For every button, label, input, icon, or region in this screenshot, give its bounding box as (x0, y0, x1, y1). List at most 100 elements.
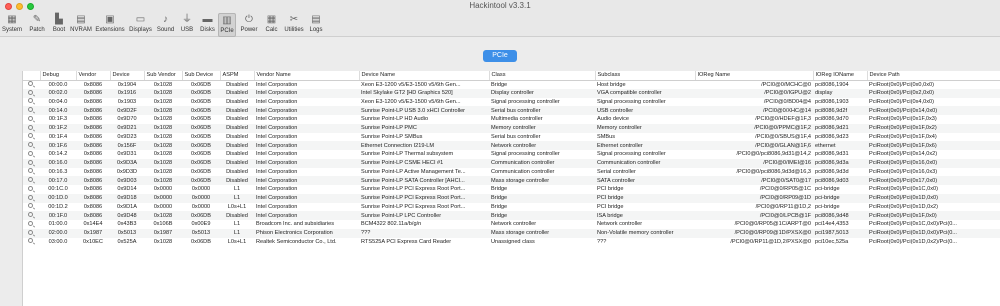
magnifier-icon[interactable] (28, 159, 33, 165)
table-cell: Intel Corporation (254, 176, 359, 185)
table-cell: 0x06DB (182, 176, 220, 185)
toolbar-pcie-button[interactable]: ▥ PCIe (218, 13, 236, 37)
table-row[interactable]: 00:1F.2 0x8086 0x9D21 0x1028 0x06DB Disabled I… (23, 123, 1000, 133)
row-lookup-cell (23, 211, 40, 220)
toolbar-nvram-button[interactable]: ▤ NVRAM (69, 13, 93, 37)
column-header[interactable]: Sub Device (182, 71, 221, 81)
table-row[interactable]: 00:1F.6 0x8086 0x156F 0x1028 0x06DB Disabled I… (23, 141, 1000, 150)
table-cell: Phison Electronics Corporation (254, 228, 359, 238)
toolbar-logs-button[interactable]: ▤ Logs (307, 13, 325, 37)
column-header[interactable]: IOReg Name (695, 71, 814, 81)
toolbar-patch-button[interactable]: ✎ Patch (26, 13, 48, 37)
column-header[interactable] (23, 71, 41, 81)
table-cell: /PCI0@0/SBUS@1F,4 (755, 133, 811, 140)
magnifier-icon[interactable] (28, 150, 33, 156)
pcie-device-table[interactable]: Debug Vendor Device Sub Vendor Sub Device ASP… (22, 71, 1000, 306)
column-header[interactable]: Sub Vendor (144, 71, 183, 81)
magnifier-icon[interactable] (28, 194, 33, 200)
table-cell: Intel Corporation (256, 203, 298, 210)
table-row[interactable]: 00:1D.0 0x8086 0x9D18 0x0000 0x0000 L1 Intel C… (23, 193, 1000, 203)
table-row[interactable]: 00:00.0 0x8086 0x1904 0x1028 0x06DB Disabled I… (23, 80, 1000, 89)
magnifier-icon[interactable] (28, 185, 33, 191)
magnifier-icon[interactable] (28, 220, 33, 226)
table-cell: Memory controller (489, 123, 595, 133)
column-header[interactable]: ASPM (220, 71, 255, 81)
table-row[interactable]: 03:00.0 0x10EC 0x525A 0x1028 0x06DB L0s+L1 Rea… (23, 238, 1000, 247)
table-cell: /PCI0@0/PPMC@1F,2 (695, 123, 813, 133)
column-header[interactable]: Class (489, 71, 596, 81)
column-header[interactable]: Device Path (867, 71, 1000, 81)
magnifier-icon[interactable] (28, 203, 33, 209)
table-row[interactable]: 00:1C.0 0x8086 0x9D14 0x0000 0x0000 L1 Intel C… (23, 185, 1000, 194)
table-cell: /PCI0@0/RP09@1D/PXSX@0 (695, 228, 813, 238)
table-row[interactable]: 00:16.3 0x8086 0x9D3D 0x1028 0x06DB Disabled I… (23, 168, 1000, 177)
magnifier-icon[interactable] (28, 98, 33, 104)
magnifier-icon[interactable] (28, 229, 33, 235)
column-header[interactable]: Device (110, 71, 145, 81)
table-cell: 0x9D1A (117, 203, 137, 210)
table-row[interactable]: 00:14.0 0x8086 0x9D2F 0x1028 0x06DB Disabled I… (23, 106, 1000, 115)
table-row[interactable]: 00:02.0 0x8086 0x1916 0x1028 0x06DB Disabled I… (23, 88, 1000, 98)
toolbar-extensions-button[interactable]: ▣ Extensions (94, 13, 126, 37)
table-row[interactable]: 02:00.0 0x1987 0x5013 0x1987 0x5013 L1 Phison … (23, 228, 1000, 238)
table-row[interactable]: 00:1D.2 0x8086 0x9D1A 0x0000 0x0000 L0s+L1 Int… (23, 203, 1000, 212)
magnifier-icon[interactable] (28, 177, 33, 183)
logs-icon: ▤ (311, 14, 321, 25)
table-cell: 0x9D2F (110, 106, 144, 115)
pcie-segment-button[interactable]: PCIe (483, 50, 517, 62)
toolbar-disks-button[interactable]: ▬ Disks (198, 13, 217, 37)
column-header[interactable]: Debug (40, 71, 77, 81)
column-header[interactable]: Vendor Name (254, 71, 360, 81)
table-row[interactable]: 00:1F.0 0x8086 0x9D48 0x1028 0x06DB Disabled I… (23, 211, 1000, 220)
column-header[interactable]: Vendor (76, 71, 111, 81)
table-cell: L0s+L1 (227, 203, 247, 210)
table-cell: Intel Corporation (254, 193, 359, 203)
table-cell: 00:17.0 (40, 176, 76, 185)
table-cell: L1 (220, 193, 254, 203)
magnifier-icon[interactable] (28, 133, 33, 139)
table-cell: 0x9D14 (117, 186, 137, 193)
table-cell: ??? (597, 238, 607, 245)
magnifier-icon[interactable] (28, 238, 33, 244)
row-lookup-cell (23, 123, 40, 133)
magnifier-icon[interactable] (28, 81, 33, 87)
table-cell: Unassigned class (491, 238, 535, 245)
magnifier-icon[interactable] (28, 142, 33, 148)
table-cell: PciRoot(0x0)/Pci(0x1D,0x2) (869, 203, 939, 210)
table-row[interactable]: 00:17.0 0x8086 0x9D03 0x1028 0x06DB Disabled I… (23, 176, 1000, 185)
table-row[interactable]: 00:1F.3 0x8086 0x9D70 0x1028 0x06DB Disabled I… (23, 115, 1000, 124)
toolbar-system-button[interactable]: ▦ System (0, 13, 24, 37)
column-header[interactable]: Subclass (595, 71, 696, 81)
magnifier-icon[interactable] (28, 212, 33, 218)
table-cell: /PCI0@0/RP05@1C/ARPT@0 (734, 221, 811, 228)
toolbar-displays-button[interactable]: ▭ Displays (127, 13, 154, 37)
toolbar-utilities-button[interactable]: ✂ Utilities (282, 13, 306, 37)
magnifier-icon[interactable] (28, 115, 33, 121)
magnifier-icon[interactable] (28, 107, 33, 113)
table-cell: 00:16.0 (40, 158, 76, 168)
toolbar-sound-button[interactable]: ♪ Sound (155, 13, 176, 37)
magnifier-icon[interactable] (28, 168, 33, 174)
table-cell: PCI bridge (597, 186, 624, 193)
magnifier-icon[interactable] (28, 124, 33, 130)
toolbar-calc-button[interactable]: ▦ Calc (262, 13, 281, 37)
column-header[interactable]: IOReg IOName (813, 71, 868, 81)
table-cell: Disabled (220, 176, 254, 185)
table-cell: /PCI0@0/SAT0@17 (695, 176, 813, 185)
table-row[interactable]: 00:1F.4 0x8086 0x9D23 0x1028 0x06DB Disabled I… (23, 133, 1000, 142)
table-row[interactable]: 00:14.2 0x8086 0x9D31 0x1028 0x06DB Disabled I… (23, 150, 1000, 159)
table-cell: display (813, 88, 867, 98)
table-row[interactable]: 00:16.0 0x8086 0x9D3A 0x1028 0x06DB Disabled I… (23, 158, 1000, 168)
table-row[interactable]: 00:04.0 0x8086 0x1903 0x1028 0x06DB Disabled I… (23, 98, 1000, 107)
table-cell: pci8086,1904 (815, 81, 849, 88)
toolbar-usb-button[interactable]: ⏚ USB (177, 13, 197, 37)
toolbar-boot-button[interactable]: ▙ Boot (50, 13, 68, 37)
toolbar-power-button[interactable]: ⏻ Power (238, 13, 260, 37)
table-cell: /PCI0@0/HDEF@1F,3 (755, 116, 811, 123)
table-cell: 0x06DB (191, 168, 211, 175)
column-header[interactable]: Device Name (359, 71, 490, 81)
table-cell: 00:1F.4 (48, 133, 68, 140)
table-cell: Signal processing controller (491, 151, 560, 158)
magnifier-icon[interactable] (28, 89, 33, 95)
table-row[interactable]: 01:00.0 0x14E4 0x43B3 0x106B 0x00E9 L1 Broadco… (23, 220, 1000, 229)
